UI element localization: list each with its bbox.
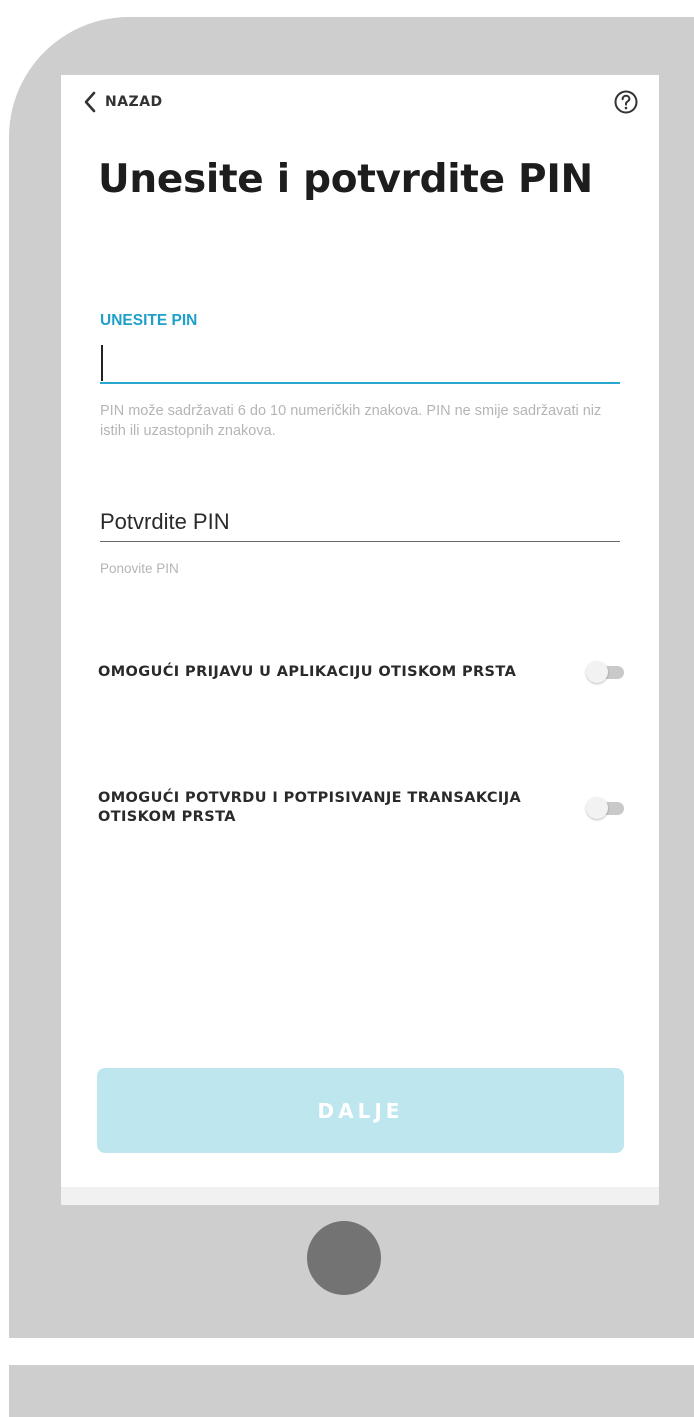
page-title: Unesite i potvrdite PIN bbox=[98, 157, 593, 202]
fingerprint-transactions-row: OMOGUĆI POTVRDU I POTPISIVANJE TRANSAKCI… bbox=[98, 789, 628, 827]
back-label: NAZAD bbox=[105, 94, 163, 110]
fingerprint-transactions-toggle[interactable] bbox=[586, 797, 626, 819]
fingerprint-transactions-label: OMOGUĆI POTVRDU I POTPISIVANJE TRANSAKCI… bbox=[98, 790, 522, 825]
pin-field-label: UNESITE PIN bbox=[100, 312, 198, 329]
screen-footer bbox=[61, 1187, 659, 1205]
confirm-pin-hint: Ponovite PIN bbox=[100, 561, 179, 576]
device-frame-corner bbox=[9, 1260, 89, 1340]
fingerprint-login-label: OMOGUĆI PRIJAVU U APLIKACIJU OTISKOM PRS… bbox=[98, 663, 517, 680]
app-screen: NAZAD Unesite i potvrdite PIN UNESITE PI… bbox=[61, 75, 659, 1205]
pin-input[interactable] bbox=[100, 338, 620, 384]
fingerprint-login-row: OMOGUĆI PRIJAVU U APLIKACIJU OTISKOM PRS… bbox=[98, 661, 628, 683]
back-button[interactable]: NAZAD bbox=[83, 89, 163, 115]
text-caret bbox=[101, 345, 103, 381]
toggle-thumb bbox=[586, 661, 608, 683]
help-circle-icon[interactable] bbox=[613, 89, 639, 115]
home-button[interactable] bbox=[307, 1221, 381, 1295]
background bbox=[0, 1338, 694, 1365]
fingerprint-login-toggle[interactable] bbox=[586, 661, 626, 683]
next-button[interactable]: DALJE bbox=[97, 1068, 624, 1153]
confirm-pin-input[interactable] bbox=[100, 503, 620, 542]
toggle-thumb bbox=[586, 797, 608, 819]
pin-hint: PIN može sadržavati 6 do 10 numeričkih z… bbox=[100, 403, 602, 439]
chevron-left-icon bbox=[84, 91, 96, 113]
